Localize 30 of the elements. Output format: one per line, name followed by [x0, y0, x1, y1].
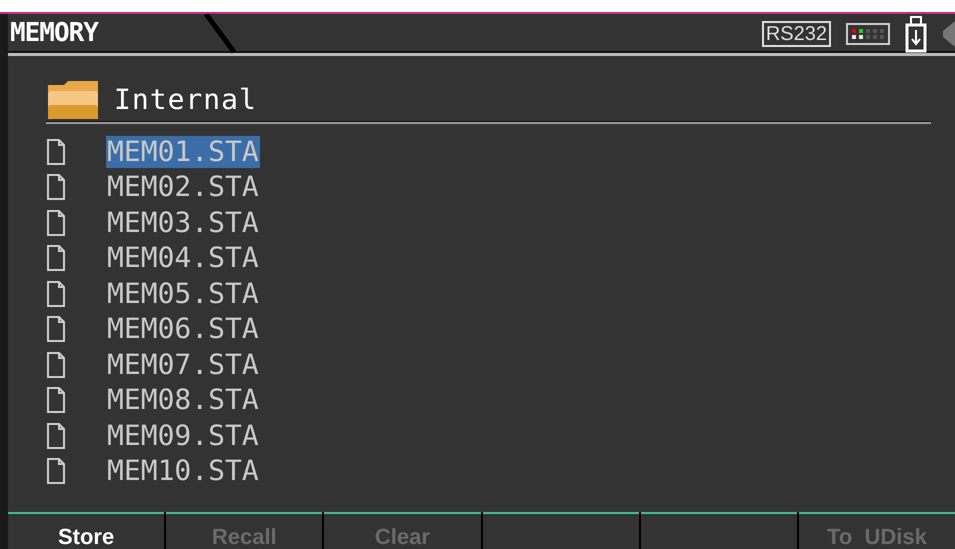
speaker-icon [941, 18, 955, 48]
softkey-button[interactable] [482, 512, 639, 549]
file-icon [46, 386, 66, 414]
file-name[interactable]: MEM04.STA [106, 242, 260, 274]
file-icon [46, 457, 66, 486]
folder-name: Internal [114, 82, 257, 118]
file-name[interactable]: MEM03.STA [106, 206, 260, 239]
folder-icon [46, 79, 100, 121]
file-name[interactable]: MEM10.STA [106, 455, 260, 488]
file-name[interactable]: MEM07.STA [106, 348, 260, 381]
file-name[interactable]: MEM08.STA [106, 384, 260, 416]
file-icon [46, 280, 66, 308]
file-name[interactable]: MEM06.STA [106, 313, 260, 346]
file-icon [46, 173, 66, 202]
softkey-button[interactable] [640, 512, 797, 549]
softkey-button[interactable]: Store [8, 512, 164, 549]
file-icon [46, 208, 66, 237]
tab-divider-icon [204, 14, 238, 54]
interface-indicator: RS232 [762, 20, 831, 46]
file-name[interactable]: MEM05.STA [106, 278, 260, 310]
file-icon [46, 350, 66, 379]
lan-status-icon [845, 20, 891, 46]
file-icon [46, 138, 66, 166]
file-name[interactable]: MEM02.STA [106, 171, 260, 204]
file-name[interactable]: MEM09.STA [106, 420, 260, 452]
file-icon [46, 244, 66, 272]
usb-icon [905, 14, 927, 52]
file-icon [46, 315, 66, 344]
screen-title: MEMORY [10, 17, 98, 50]
file-icon [46, 422, 66, 450]
